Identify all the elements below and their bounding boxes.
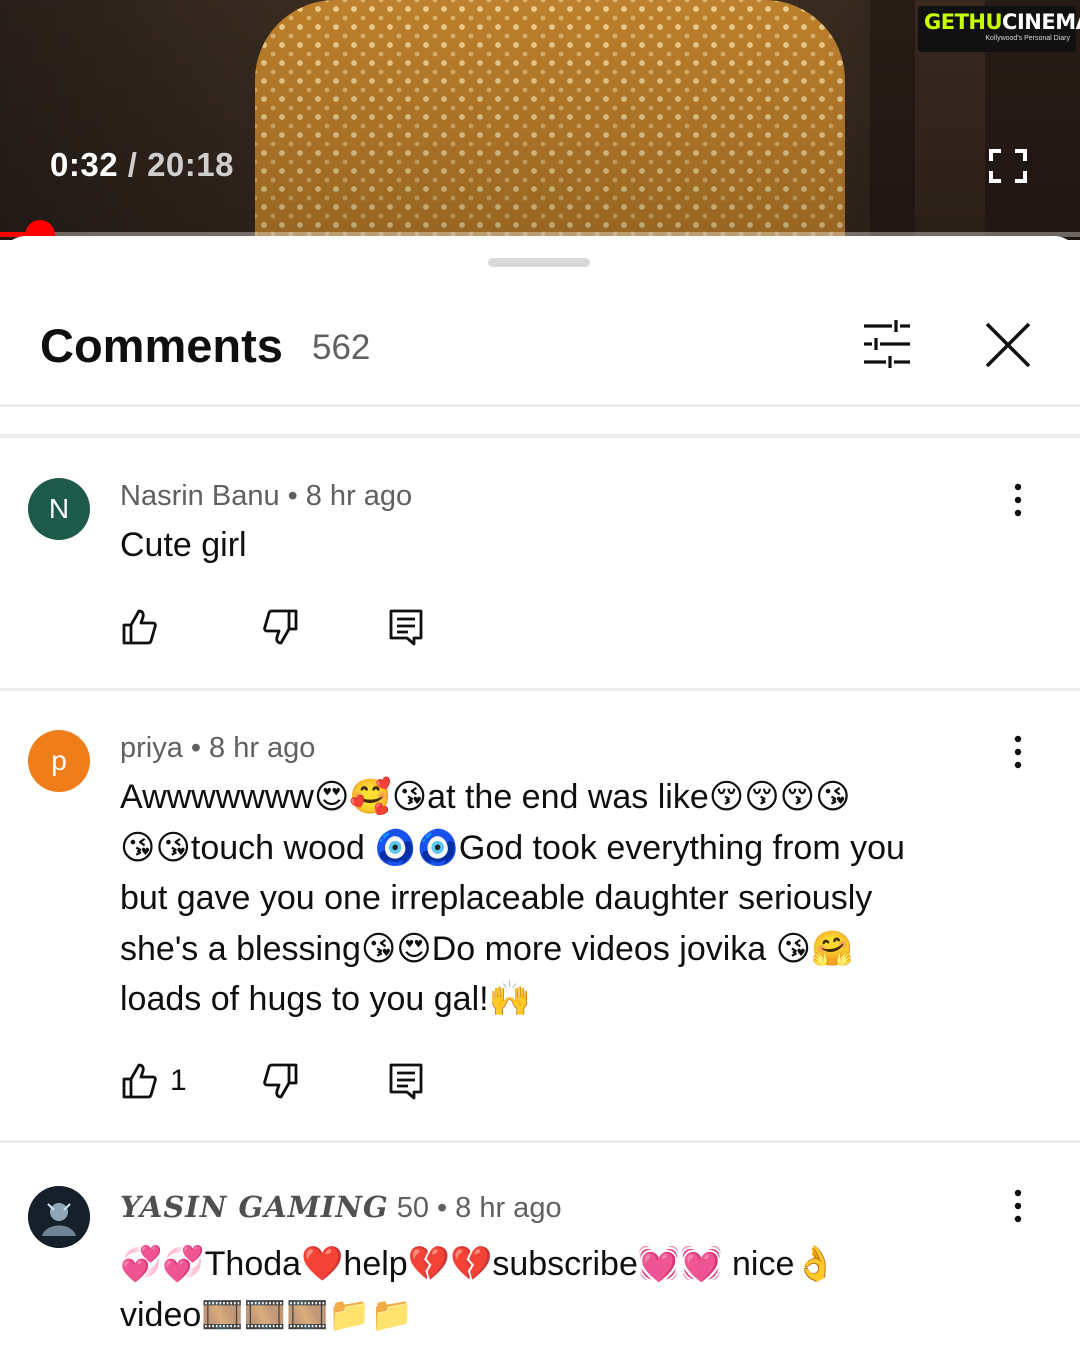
comment-time: 8 hr ago <box>209 732 316 764</box>
reply-icon[interactable] <box>388 1062 424 1100</box>
comment-author[interactable]: Nasrin Banu <box>120 480 280 512</box>
comment-meta: priya • 8 hr ago <box>120 732 315 765</box>
avatar[interactable] <box>28 1186 90 1248</box>
thumbs-up-icon[interactable] <box>120 608 158 646</box>
comments-count: 562 <box>312 328 371 367</box>
thumbs-down-icon[interactable] <box>262 608 300 646</box>
avatar-letter: N <box>48 493 70 524</box>
header-divider-secondary <box>0 434 1080 438</box>
watermark-brand-left: GETHU <box>924 10 1003 34</box>
comment-text: Cute girl <box>120 526 247 564</box>
more-vert-icon[interactable] <box>1008 482 1028 518</box>
comment-text-line: Awwwwwww😍🥰😘at the end was like😚😚😚😘 <box>120 778 851 816</box>
watermark-logo: GETHUCINEMA Kollywood's Personal Diary <box>918 6 1080 52</box>
comment-text-line: video🎞️🎞️🎞️📁📁 <box>120 1295 413 1334</box>
current-time: 0:32 <box>50 146 119 183</box>
comments-title: Comments <box>40 319 283 372</box>
comment-author-suffix: 50 <box>396 1192 429 1224</box>
watermark-brand-right: CINEMA <box>1002 10 1080 34</box>
gaming-avatar-icon <box>28 1186 90 1248</box>
drag-handle[interactable] <box>488 258 590 267</box>
playback-time: 0:32 / 20:18 <box>50 146 234 184</box>
reply-icon[interactable] <box>388 608 424 646</box>
avatar[interactable]: p <box>28 730 90 792</box>
video-duration: / 20:18 <box>127 146 234 183</box>
more-vert-icon[interactable] <box>1008 1188 1028 1224</box>
comment-text-line: she's a blessing😘😍Do more videos jovika … <box>120 929 854 968</box>
avatar[interactable]: N <box>28 478 90 540</box>
fullscreen-icon[interactable] <box>988 148 1028 184</box>
comment-divider <box>0 1140 1080 1143</box>
comment-author[interactable]: YASIN GAMING <box>120 1190 389 1224</box>
comment-text-line: 💞💞Thoda❤️help💔💔subscribe💓💓 nice👌 <box>120 1245 837 1283</box>
thumbs-down-icon[interactable] <box>262 1062 300 1100</box>
comment-text-line: 😘😘touch wood 🧿🧿God took everything from … <box>120 828 905 867</box>
meta-separator: • <box>287 480 298 512</box>
meta-separator: • <box>190 732 202 764</box>
comment-time: 8 hr ago <box>305 480 413 512</box>
like-count: 1 <box>170 1064 187 1097</box>
comment-text-line: but gave you one irreplaceable daughter … <box>120 879 873 917</box>
comment-time: 8 hr ago <box>455 1192 562 1224</box>
avatar-letter: p <box>51 745 67 776</box>
meta-separator: • <box>437 1192 448 1224</box>
close-icon[interactable] <box>983 320 1033 370</box>
comment-meta: YASIN GAMING 50 • 8 hr ago <box>120 1190 562 1225</box>
comment-author[interactable]: priya <box>120 732 183 764</box>
comment-divider <box>0 688 1080 691</box>
video-player[interactable]: 0:32 / 20:18 GETHUCINEMA Kollywood's Per… <box>0 0 1080 240</box>
more-vert-icon[interactable] <box>1008 734 1028 770</box>
filter-icon[interactable] <box>862 320 914 368</box>
comment-text-line: loads of hugs to you gal!🙌 <box>120 980 531 1018</box>
comment-text: Awwwwwww😍🥰😘at the end was like😚😚😚😘 😘😘tou… <box>120 772 1020 1025</box>
comment-meta: Nasrin Banu • 8 hr ago <box>120 480 412 513</box>
header-divider <box>0 404 1080 407</box>
thumbs-up-icon[interactable] <box>120 1062 158 1100</box>
comment-text: 💞💞Thoda❤️help💔💔subscribe💓💓 nice👌 video🎞️… <box>120 1239 1020 1340</box>
watermark-tagline: Kollywood's Personal Diary <box>985 35 1070 42</box>
